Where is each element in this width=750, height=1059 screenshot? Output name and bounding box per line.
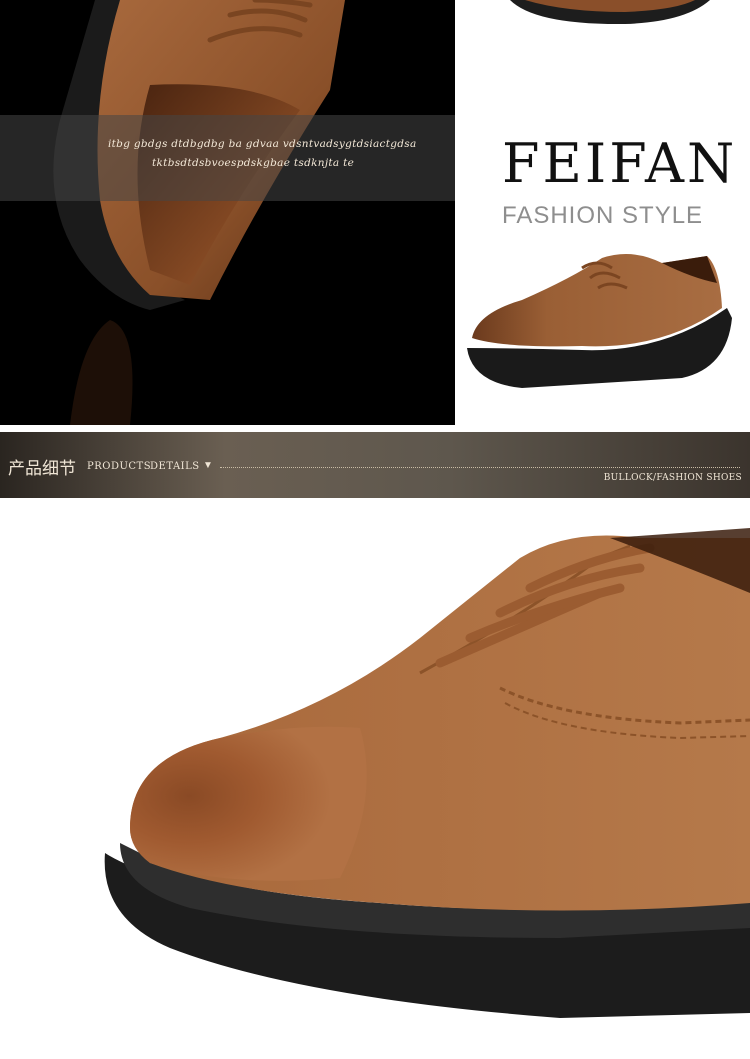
- brand-tagline: FASHION STYLE: [502, 202, 704, 229]
- top-shoe-sole: [510, 0, 710, 25]
- section-tag: BULLOCK/FASHION SHOES: [603, 473, 742, 483]
- section-title-en-details: DETAILS: [150, 461, 200, 472]
- section-title-cn: 产品细节: [8, 459, 76, 479]
- product-shoe-thumbnail: [467, 254, 732, 388]
- chevron-down-icon: ▼: [203, 460, 213, 471]
- brand-name: FEIFAN: [502, 132, 738, 195]
- section-title-en-products: PRODUCTS: [87, 461, 152, 472]
- product-detail-photo: [0, 498, 750, 1059]
- dotted-divider: [220, 467, 740, 468]
- shoe-closeup-illustration: [53, 0, 345, 425]
- caption-line-1: itbg gbdgs dtdbgdbg ba gdvaa vdsntvadsyg…: [108, 138, 417, 150]
- hero-image: [0, 0, 455, 425]
- caption-line-2: tktbsdtdsbvoespdskgbae tsdknjta te: [152, 157, 355, 169]
